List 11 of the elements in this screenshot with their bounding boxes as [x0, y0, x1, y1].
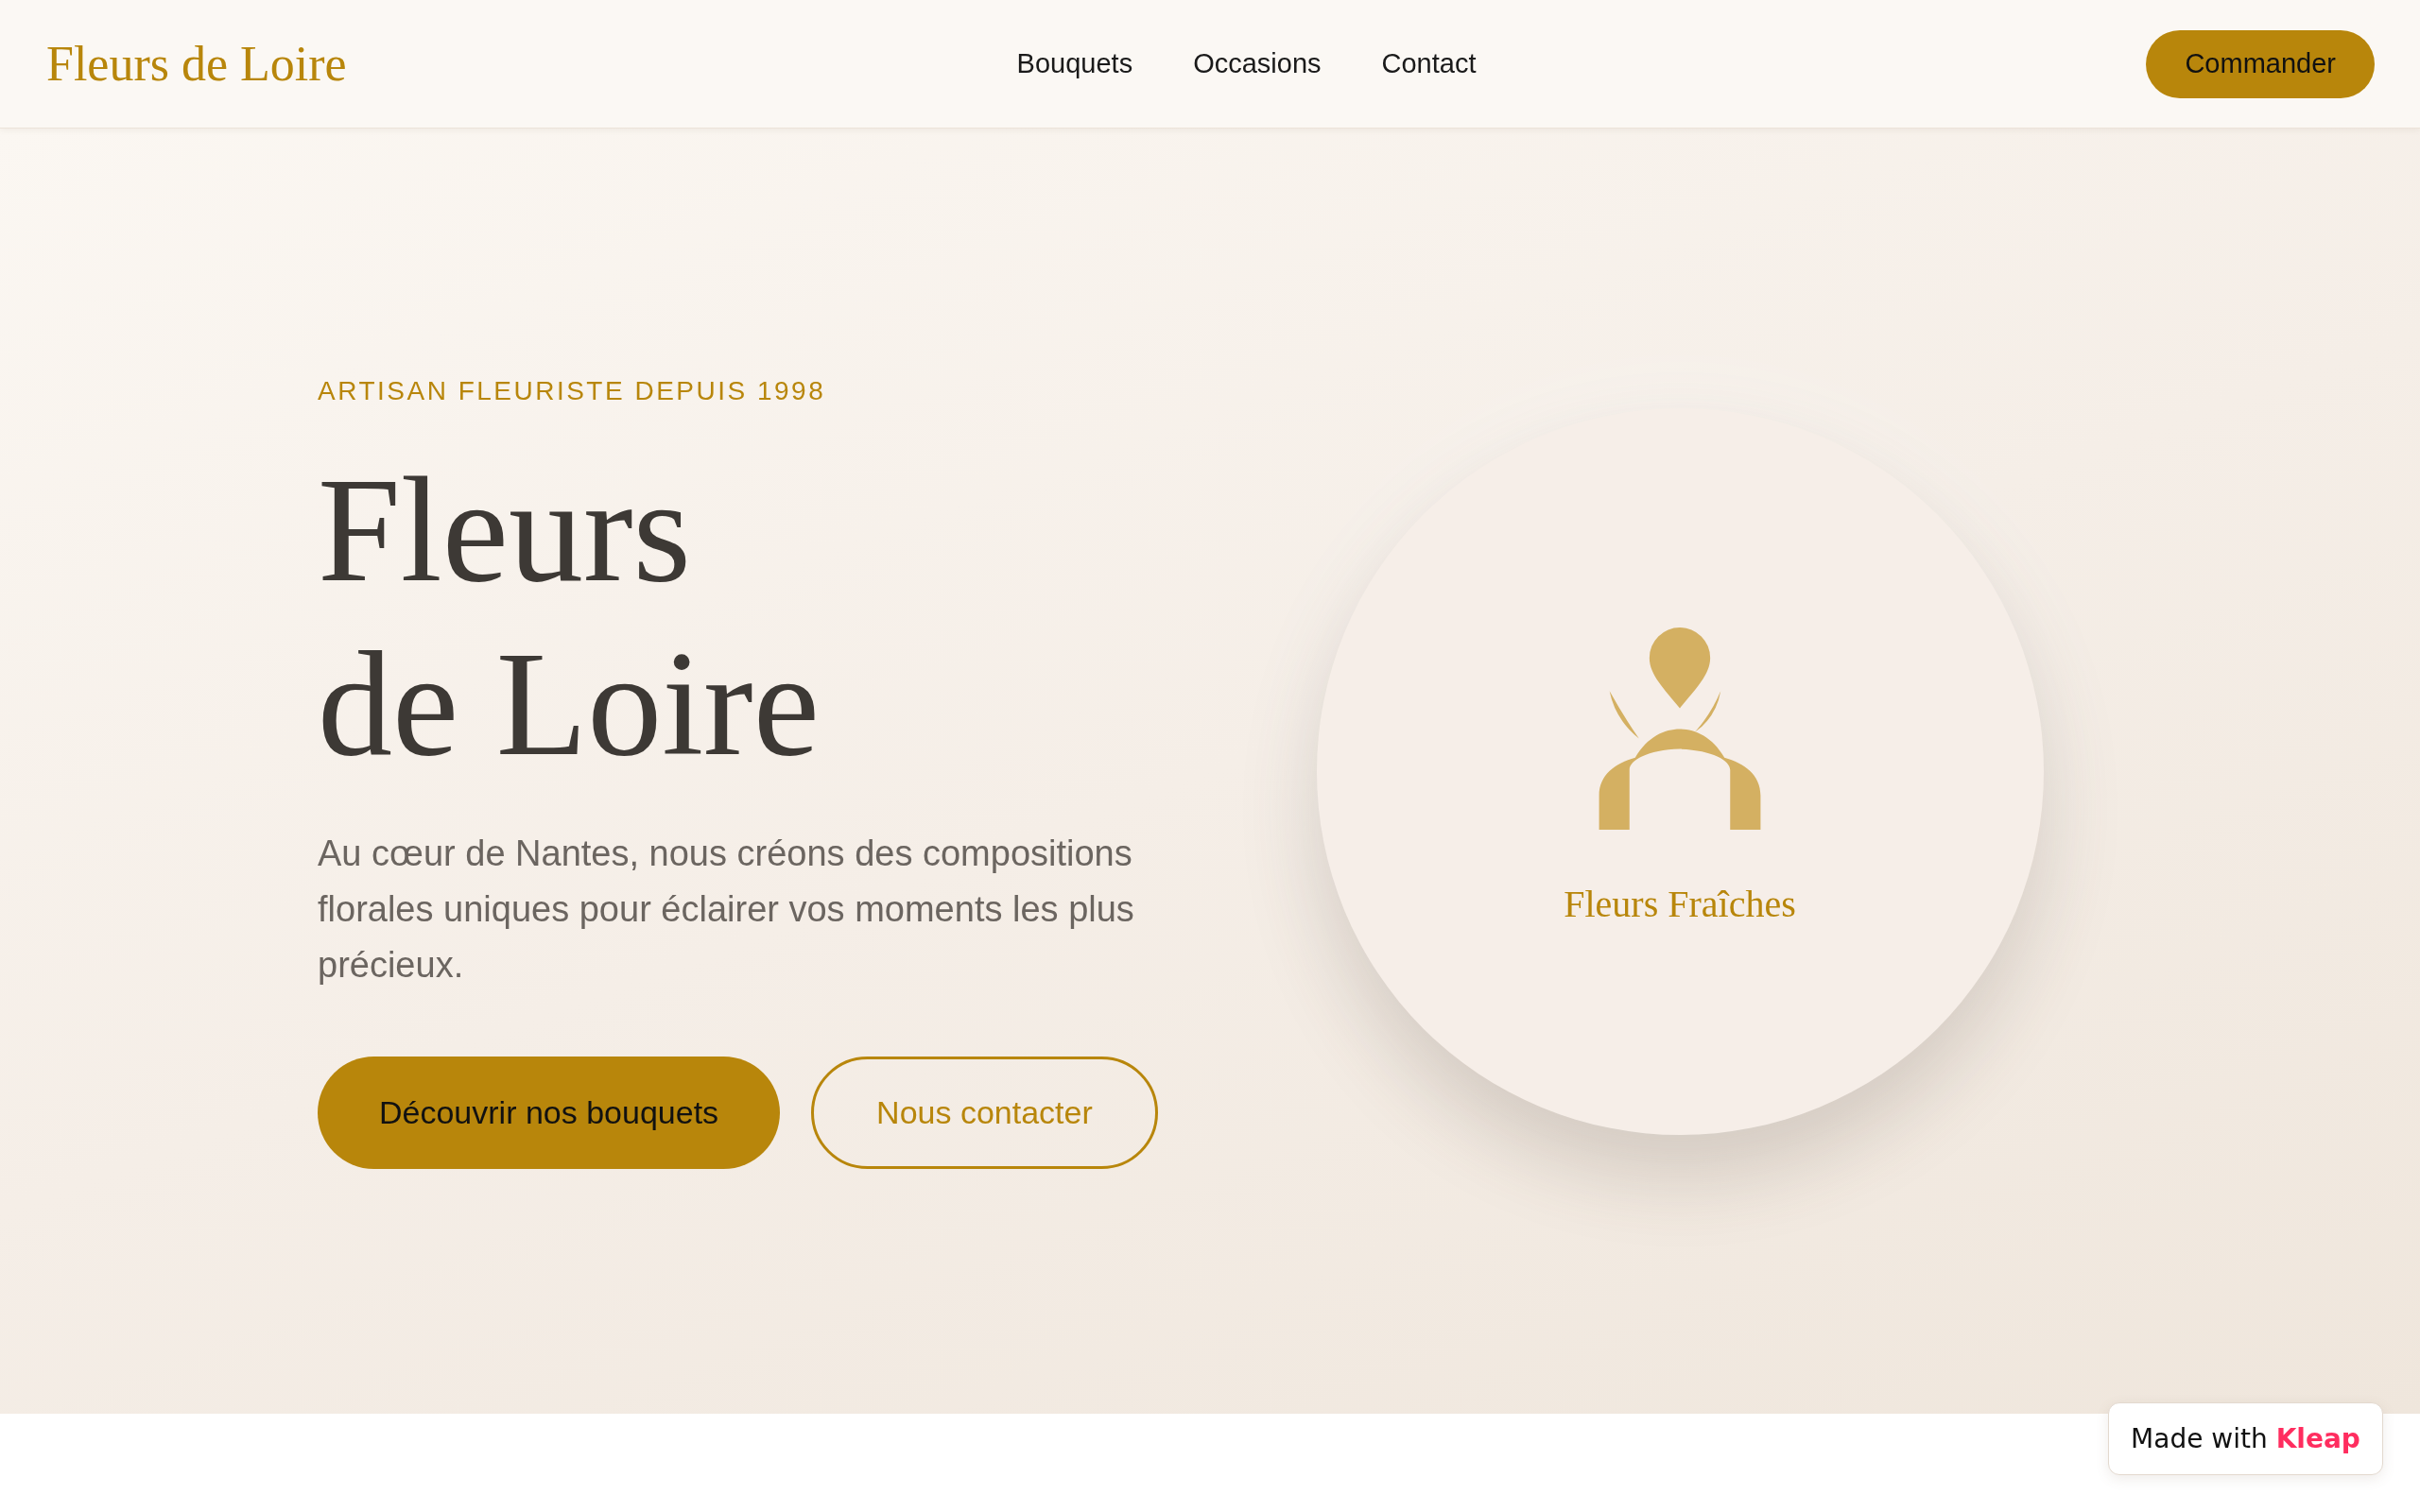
feature-caption: Fleurs Fraîches [1564, 883, 1796, 926]
nav-link[interactable]: Occasions [1193, 48, 1322, 79]
hero-title: Fleurs de Loire [318, 446, 820, 788]
flower-figure-icon [1599, 627, 1761, 830]
hero-description: Au cœur de Nantes, nous créons des compositions florales uniques pour éclairer vos moments les plus précieux. [318, 833, 1135, 987]
hero-eyebrow: ARTISAN FLEURISTE DEPUIS 1998 [318, 375, 826, 407]
order-button[interactable]: Commander [2146, 29, 2375, 98]
made-with-badge[interactable]: Made with Kleap [2108, 1402, 2383, 1475]
primary-button[interactable]: Découvrir nos bouquets [318, 1057, 781, 1169]
nav-link[interactable]: Contact [1381, 48, 1477, 79]
nav-link[interactable]: Bouquets [1016, 48, 1133, 79]
